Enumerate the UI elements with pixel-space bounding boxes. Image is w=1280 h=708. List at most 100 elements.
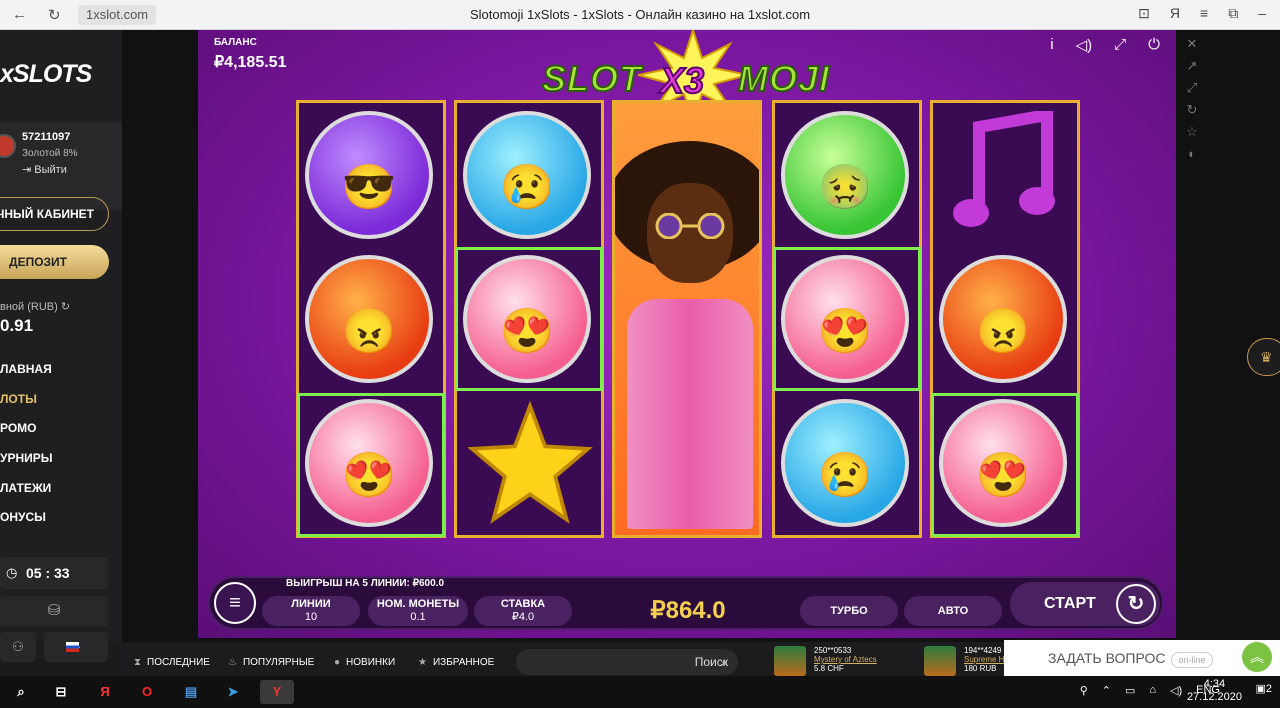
page-title: Slotomoji 1xSlots - 1xSlots - Онлайн каз… — [469, 7, 811, 22]
search-icon[interactable]: ⌕ — [8, 680, 34, 704]
yandex-icon[interactable]: Я — [1170, 5, 1180, 22]
trophy-icon[interactable]: ♛ — [1247, 338, 1280, 376]
site-logo[interactable]: xSLOTS — [0, 60, 92, 89]
battery-icon[interactable]: ▭ — [1125, 684, 1135, 697]
star-icon — [467, 401, 593, 524]
level-badge-icon — [0, 134, 16, 158]
user-icon[interactable]: ⚇ — [0, 632, 36, 662]
language-select[interactable]: ⌄ — [44, 632, 108, 662]
russia-flag-icon — [66, 642, 79, 652]
nav-item-promo[interactable]: РОМО — [0, 421, 53, 451]
love-emoji-icon: 😍 — [305, 399, 433, 527]
game-menu-button[interactable]: ≡ — [214, 582, 256, 624]
turbo-button[interactable]: ТУРБО — [800, 596, 898, 626]
favorite-icon[interactable]: ☆ — [1186, 124, 1198, 140]
notifications-icon[interactable]: ▣2 — [1255, 682, 1272, 695]
balance-label: БАЛАНС — [214, 37, 257, 48]
reel-2: 😢 😍 — [454, 100, 604, 538]
menu-icon[interactable]: ≡ — [1200, 5, 1208, 22]
logout-link[interactable]: ⇥ Выйти — [22, 163, 67, 176]
game-logo-x3: X3 — [659, 59, 705, 102]
angry-emoji-icon: 😠 — [305, 255, 433, 383]
yandex-browser-icon[interactable]: Y — [260, 680, 294, 704]
search-icon[interactable]: ⌕ — [721, 649, 728, 675]
collapse-icon[interactable]: ︽ — [1242, 642, 1272, 672]
power-icon[interactable]: ⏻ — [1148, 36, 1160, 54]
nav-item-payments[interactable]: ЛАТЕЖИ — [0, 481, 53, 511]
nav-item-slots[interactable]: ЛОТЫ — [0, 392, 53, 422]
network-icon[interactable]: ⌂ — [1149, 684, 1156, 697]
recent-winner[interactable]: 250**0533 Mystery of Aztecs 5.8 CHF — [774, 646, 877, 676]
star-icon: ★ — [418, 657, 427, 668]
nav-item-bonuses[interactable]: ОНУСЫ — [0, 510, 53, 540]
minimize-icon[interactable]: – — [1258, 5, 1266, 22]
bet-selector[interactable]: СТАВКА ₽4.0 — [474, 596, 572, 626]
reel-1: 😎 😠 😍 — [296, 100, 446, 538]
tab-popular[interactable]: ♨ ПОПУЛЯРНЫЕ — [228, 657, 314, 668]
account-amount: 0.91 — [0, 316, 34, 335]
tab-recent[interactable]: ⧗ ПОСЛЕДНИЕ — [134, 657, 210, 668]
taskbar: ⌕ ⊟ Я O ▤ ➤ Y ⚲ ⌃ ▭ ⌂ ◁) ENG 4:34 27.12.2… — [0, 676, 1280, 708]
info-icon[interactable]: i — [1050, 36, 1053, 54]
love-emoji-icon: 😍 — [781, 255, 909, 383]
people-icon[interactable]: ⚲ — [1080, 684, 1088, 697]
clock[interactable]: 4:34 27.12.2020 — [1187, 678, 1242, 704]
reel-5: 😠 😍 — [930, 100, 1080, 538]
slot-game: БАЛАНС ₽4,185.51 i ◁) ⤢ ⏻ SLOT MOJI X3 😎 … — [198, 30, 1176, 638]
reel-4: 🤢 😍 😢 — [772, 100, 922, 538]
close-icon[interactable]: ✕ — [1187, 36, 1198, 52]
lines-selector[interactable]: ЛИНИИ 10 — [262, 596, 360, 626]
music-note-icon — [953, 111, 1055, 227]
spin-icon: ↻ — [1116, 584, 1156, 624]
search-input[interactable]: Поиск ⌕ — [516, 649, 738, 675]
coin-value-selector[interactable]: НОМ. МОНЕТЫ 0.1 — [368, 596, 468, 626]
side-nav: ЛАВНАЯ ЛОТЫ РОМО УРНИРЫ ЛАТЕЖИ ОНУСЫ — [0, 362, 53, 540]
deposit-button[interactable]: ДЕПОЗИТ — [0, 245, 109, 279]
browser-toolbar: ← ↻ 1xslot.com Slotomoji 1xSlots - 1xSlo… — [0, 0, 1280, 30]
fullscreen-icon[interactable]: ⤢ — [1114, 36, 1126, 54]
love-emoji-icon: 😍 — [463, 255, 591, 383]
pink-suit-icon — [627, 299, 753, 529]
support-chat-button[interactable]: ЗАДАТЬ ВОПРОС on-line ︽ — [1004, 640, 1280, 676]
angry-emoji-icon: 😠 — [939, 255, 1067, 383]
nav-item-main[interactable]: ЛАВНАЯ — [0, 362, 53, 392]
task-view-icon[interactable]: ⊟ — [48, 680, 74, 704]
refresh-icon[interactable]: ↻ — [61, 301, 70, 313]
share-icon[interactable]: ↗ — [1187, 58, 1198, 74]
nav-item-tournaments[interactable]: УРНИРЫ — [0, 451, 53, 481]
sick-emoji-icon: 🤢 — [781, 111, 909, 239]
love-emoji-icon: 😍 — [939, 399, 1067, 527]
expand-icon[interactable]: ⤢ — [1187, 80, 1197, 96]
recent-winner[interactable]: 194**4249 Supreme H 180 RUB — [924, 646, 1004, 676]
auto-button[interactable]: АВТО — [904, 596, 1002, 626]
sad-emoji-icon: 😢 — [463, 111, 591, 239]
chat-icon: ● — [334, 657, 341, 668]
balance-value: ₽4,185.51 — [214, 54, 287, 71]
fire-icon: ♨ — [228, 657, 237, 668]
yandex-icon[interactable]: Я — [92, 680, 118, 704]
notes-icon[interactable]: ▤ — [178, 680, 204, 704]
tab-favorites[interactable]: ★ ИЗБРАННОЕ — [418, 657, 494, 668]
refresh-icon[interactable]: ↻ — [1187, 102, 1198, 118]
game-side-tools: ✕ ↗ ⤢ ↻ ☆ ◐ — [1180, 30, 1204, 190]
account-label: вной (RUB) ↻ — [0, 301, 71, 313]
collections-icon[interactable]: ⧉ — [1228, 5, 1238, 22]
chevron-up-icon[interactable]: ⌃ — [1102, 684, 1111, 697]
android-app-button[interactable]: ⛁ — [0, 596, 108, 626]
toggle-icon[interactable]: ◐ — [1188, 146, 1196, 161]
hourglass-icon: ⧗ — [134, 657, 142, 668]
telegram-icon[interactable]: ➤ — [220, 680, 246, 704]
tab-new[interactable]: ● НОВИНКИ — [334, 657, 395, 668]
translate-icon[interactable]: ⊡ — [1138, 5, 1150, 22]
wild-reel — [612, 100, 762, 538]
volume-icon[interactable]: ◁) — [1170, 684, 1182, 697]
win-amount: ₽864.0 — [650, 597, 726, 624]
start-button[interactable]: СТАРТ ↻ — [1010, 582, 1160, 626]
win-lines-text: ВЫИГРЫШ НА 5 ЛИНИИ: ₽600.0 — [286, 578, 445, 589]
game-thumbnail — [774, 646, 806, 676]
cabinet-button[interactable]: ЧНЫЙ КАБИНЕТ — [0, 197, 109, 231]
sound-icon[interactable]: ◁) — [1076, 36, 1093, 54]
sunglasses-icon — [655, 213, 725, 239]
game-thumbnail — [924, 646, 956, 676]
opera-icon[interactable]: O — [134, 680, 160, 704]
